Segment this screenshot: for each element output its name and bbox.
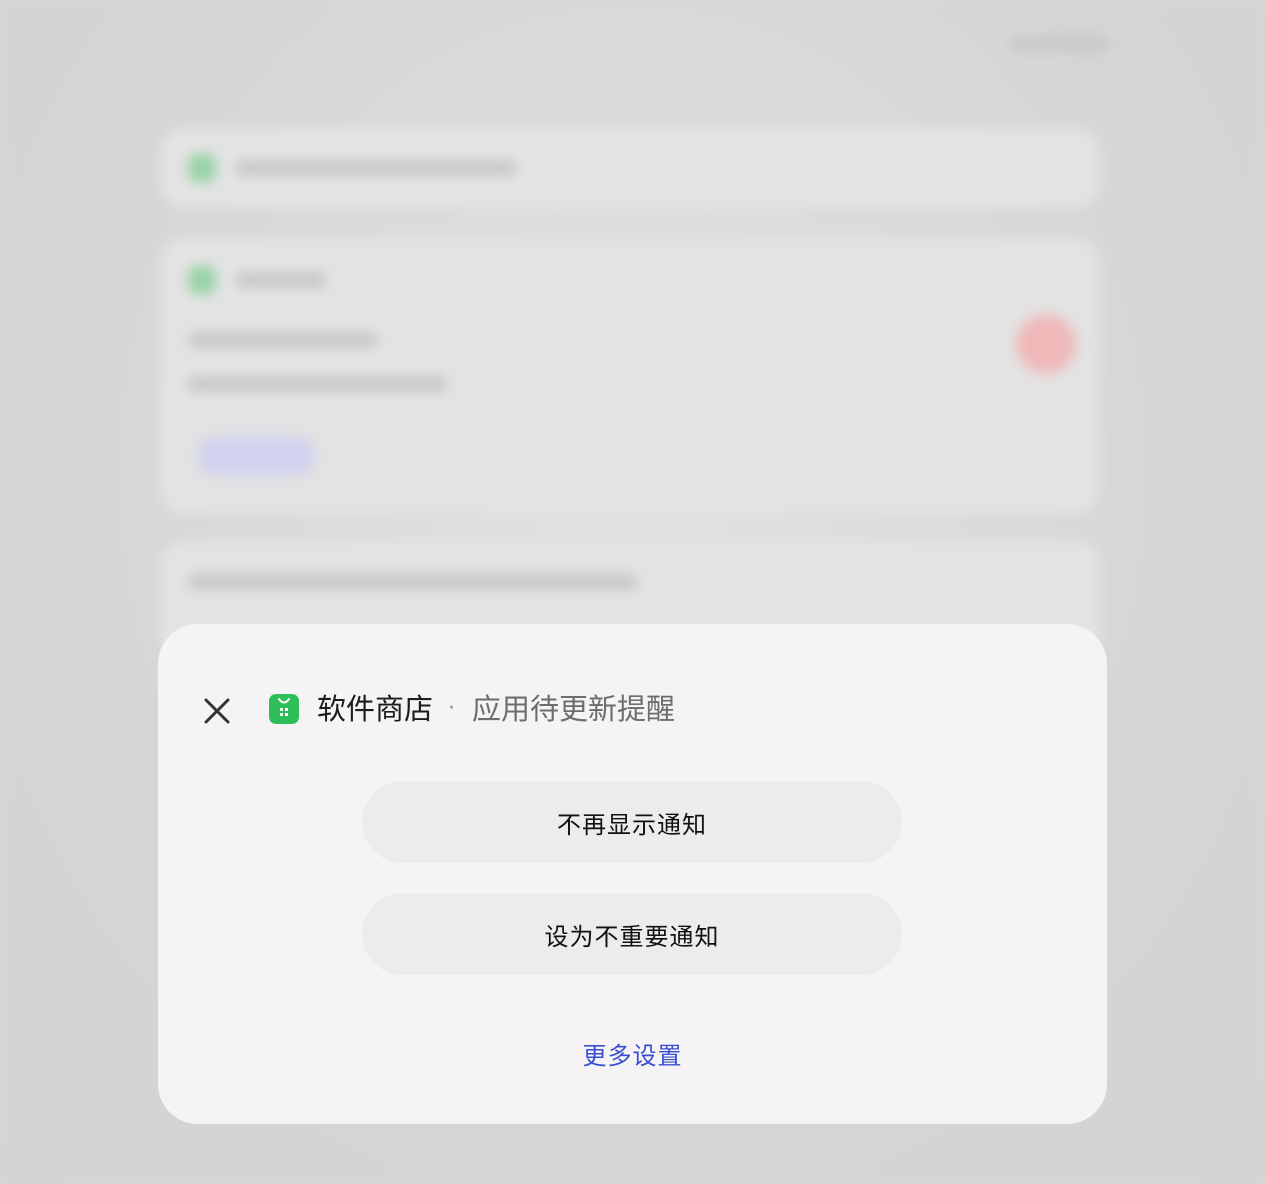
background-text	[188, 376, 448, 392]
title-separator: ·	[448, 696, 455, 721]
app-store-icon	[269, 694, 299, 724]
background-text	[188, 332, 378, 348]
channel-name: 应用待更新提醒	[472, 692, 676, 726]
app-name: 软件商店	[317, 692, 434, 726]
more-settings-link[interactable]: 更多设置	[158, 1036, 1107, 1071]
background-app-icon	[188, 266, 216, 294]
background-app-icon	[188, 154, 216, 182]
close-icon[interactable]	[198, 692, 236, 730]
background-action	[196, 436, 316, 476]
sheet-header: 软件商店 · 应用待更新提醒	[158, 684, 1107, 734]
background-text	[236, 160, 516, 176]
background-text	[188, 574, 638, 590]
background-text	[236, 272, 326, 288]
background-notification-card	[160, 238, 1100, 514]
mark-unimportant-button[interactable]: 设为不重要通知	[362, 893, 902, 975]
status-bar-blur	[1010, 36, 1110, 52]
background-avatar	[1016, 314, 1076, 374]
notification-settings-sheet: 软件商店 · 应用待更新提醒 不再显示通知 设为不重要通知 更多设置	[158, 624, 1107, 1124]
background-notification-card	[160, 128, 1100, 208]
disable-notifications-button[interactable]: 不再显示通知	[362, 781, 902, 863]
